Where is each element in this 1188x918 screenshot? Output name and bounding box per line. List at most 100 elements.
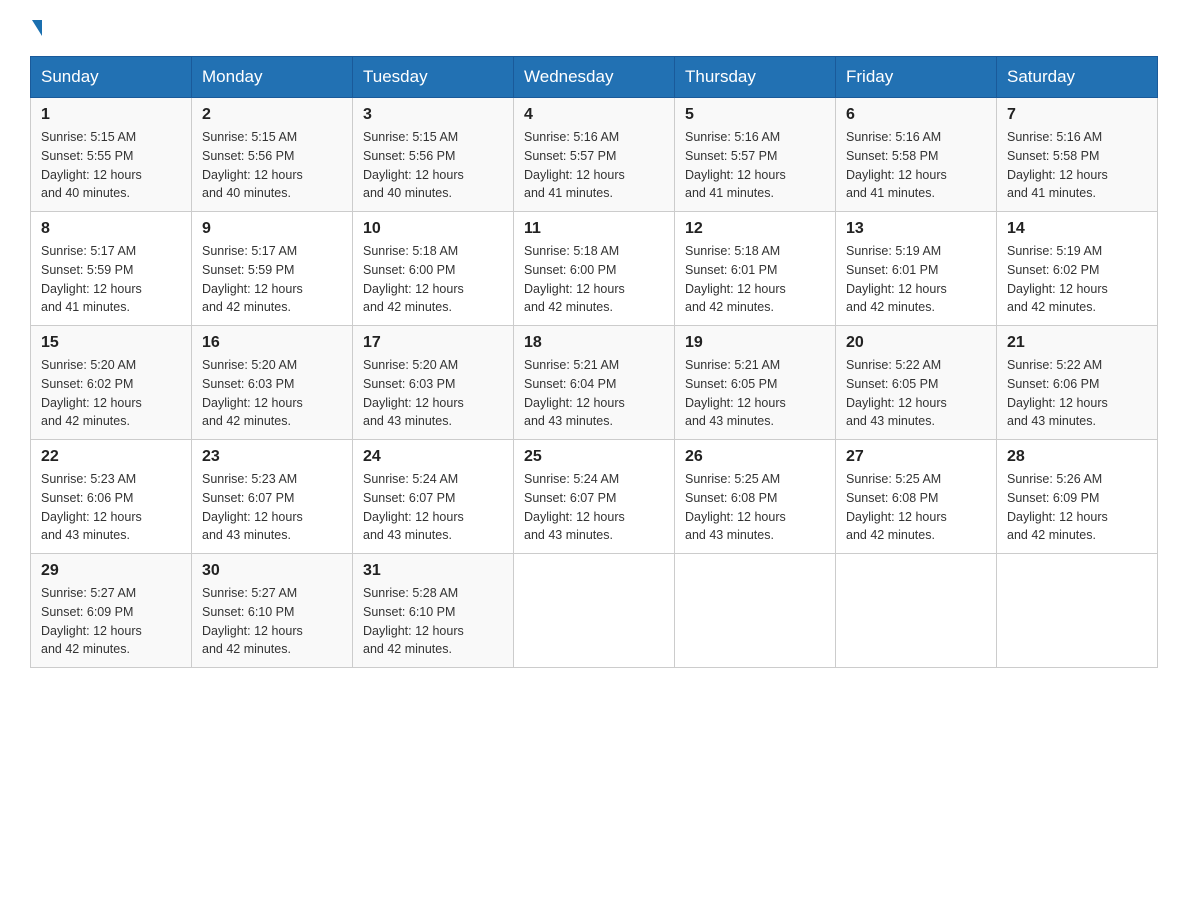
day-number: 2 (202, 106, 342, 124)
day-number: 15 (41, 334, 181, 352)
day-info: Sunrise: 5:24 AMSunset: 6:07 PMDaylight:… (363, 470, 503, 545)
day-info: Sunrise: 5:20 AMSunset: 6:03 PMDaylight:… (363, 356, 503, 431)
calendar-cell: 10 Sunrise: 5:18 AMSunset: 6:00 PMDaylig… (353, 212, 514, 326)
calendar-cell: 20 Sunrise: 5:22 AMSunset: 6:05 PMDaylig… (836, 326, 997, 440)
day-info: Sunrise: 5:16 AMSunset: 5:57 PMDaylight:… (524, 128, 664, 203)
calendar-cell: 12 Sunrise: 5:18 AMSunset: 6:01 PMDaylig… (675, 212, 836, 326)
day-number: 25 (524, 448, 664, 466)
day-info: Sunrise: 5:15 AMSunset: 5:55 PMDaylight:… (41, 128, 181, 203)
calendar-cell: 11 Sunrise: 5:18 AMSunset: 6:00 PMDaylig… (514, 212, 675, 326)
calendar-cell: 8 Sunrise: 5:17 AMSunset: 5:59 PMDayligh… (31, 212, 192, 326)
day-number: 17 (363, 334, 503, 352)
day-number: 8 (41, 220, 181, 238)
day-info: Sunrise: 5:27 AMSunset: 6:10 PMDaylight:… (202, 584, 342, 659)
calendar-header-wednesday: Wednesday (514, 57, 675, 98)
day-number: 28 (1007, 448, 1147, 466)
day-info: Sunrise: 5:15 AMSunset: 5:56 PMDaylight:… (202, 128, 342, 203)
day-info: Sunrise: 5:18 AMSunset: 6:00 PMDaylight:… (363, 242, 503, 317)
calendar-cell: 4 Sunrise: 5:16 AMSunset: 5:57 PMDayligh… (514, 98, 675, 212)
page-header (30, 20, 1158, 36)
calendar-cell: 9 Sunrise: 5:17 AMSunset: 5:59 PMDayligh… (192, 212, 353, 326)
day-number: 3 (363, 106, 503, 124)
calendar-cell: 6 Sunrise: 5:16 AMSunset: 5:58 PMDayligh… (836, 98, 997, 212)
day-number: 5 (685, 106, 825, 124)
logo (30, 20, 42, 36)
calendar-cell: 1 Sunrise: 5:15 AMSunset: 5:55 PMDayligh… (31, 98, 192, 212)
day-number: 24 (363, 448, 503, 466)
calendar-cell: 2 Sunrise: 5:15 AMSunset: 5:56 PMDayligh… (192, 98, 353, 212)
day-info: Sunrise: 5:15 AMSunset: 5:56 PMDaylight:… (363, 128, 503, 203)
day-number: 19 (685, 334, 825, 352)
day-info: Sunrise: 5:17 AMSunset: 5:59 PMDaylight:… (41, 242, 181, 317)
calendar-cell: 7 Sunrise: 5:16 AMSunset: 5:58 PMDayligh… (997, 98, 1158, 212)
calendar-header-friday: Friday (836, 57, 997, 98)
day-number: 14 (1007, 220, 1147, 238)
day-number: 20 (846, 334, 986, 352)
day-info: Sunrise: 5:23 AMSunset: 6:07 PMDaylight:… (202, 470, 342, 545)
day-info: Sunrise: 5:23 AMSunset: 6:06 PMDaylight:… (41, 470, 181, 545)
day-info: Sunrise: 5:28 AMSunset: 6:10 PMDaylight:… (363, 584, 503, 659)
day-number: 7 (1007, 106, 1147, 124)
calendar-week-row: 15 Sunrise: 5:20 AMSunset: 6:02 PMDaylig… (31, 326, 1158, 440)
calendar-cell: 13 Sunrise: 5:19 AMSunset: 6:01 PMDaylig… (836, 212, 997, 326)
day-info: Sunrise: 5:20 AMSunset: 6:02 PMDaylight:… (41, 356, 181, 431)
day-info: Sunrise: 5:25 AMSunset: 6:08 PMDaylight:… (685, 470, 825, 545)
day-info: Sunrise: 5:22 AMSunset: 6:06 PMDaylight:… (1007, 356, 1147, 431)
day-number: 1 (41, 106, 181, 124)
day-info: Sunrise: 5:18 AMSunset: 6:00 PMDaylight:… (524, 242, 664, 317)
day-info: Sunrise: 5:21 AMSunset: 6:04 PMDaylight:… (524, 356, 664, 431)
day-info: Sunrise: 5:22 AMSunset: 6:05 PMDaylight:… (846, 356, 986, 431)
calendar-cell: 16 Sunrise: 5:20 AMSunset: 6:03 PMDaylig… (192, 326, 353, 440)
day-number: 26 (685, 448, 825, 466)
calendar-header-tuesday: Tuesday (353, 57, 514, 98)
calendar-week-row: 8 Sunrise: 5:17 AMSunset: 5:59 PMDayligh… (31, 212, 1158, 326)
calendar-cell: 29 Sunrise: 5:27 AMSunset: 6:09 PMDaylig… (31, 554, 192, 668)
day-number: 9 (202, 220, 342, 238)
day-number: 11 (524, 220, 664, 238)
day-number: 13 (846, 220, 986, 238)
day-info: Sunrise: 5:21 AMSunset: 6:05 PMDaylight:… (685, 356, 825, 431)
calendar-cell: 5 Sunrise: 5:16 AMSunset: 5:57 PMDayligh… (675, 98, 836, 212)
calendar-cell (997, 554, 1158, 668)
day-number: 18 (524, 334, 664, 352)
calendar-week-row: 1 Sunrise: 5:15 AMSunset: 5:55 PMDayligh… (31, 98, 1158, 212)
calendar-cell (675, 554, 836, 668)
day-number: 12 (685, 220, 825, 238)
calendar-cell: 21 Sunrise: 5:22 AMSunset: 6:06 PMDaylig… (997, 326, 1158, 440)
calendar-header-sunday: Sunday (31, 57, 192, 98)
calendar-table: SundayMondayTuesdayWednesdayThursdayFrid… (30, 56, 1158, 668)
day-info: Sunrise: 5:19 AMSunset: 6:01 PMDaylight:… (846, 242, 986, 317)
day-number: 23 (202, 448, 342, 466)
calendar-cell: 19 Sunrise: 5:21 AMSunset: 6:05 PMDaylig… (675, 326, 836, 440)
day-info: Sunrise: 5:24 AMSunset: 6:07 PMDaylight:… (524, 470, 664, 545)
calendar-cell: 23 Sunrise: 5:23 AMSunset: 6:07 PMDaylig… (192, 440, 353, 554)
calendar-cell: 26 Sunrise: 5:25 AMSunset: 6:08 PMDaylig… (675, 440, 836, 554)
calendar-cell: 22 Sunrise: 5:23 AMSunset: 6:06 PMDaylig… (31, 440, 192, 554)
day-number: 31 (363, 562, 503, 580)
day-number: 27 (846, 448, 986, 466)
calendar-cell: 15 Sunrise: 5:20 AMSunset: 6:02 PMDaylig… (31, 326, 192, 440)
day-number: 10 (363, 220, 503, 238)
calendar-cell: 31 Sunrise: 5:28 AMSunset: 6:10 PMDaylig… (353, 554, 514, 668)
day-info: Sunrise: 5:25 AMSunset: 6:08 PMDaylight:… (846, 470, 986, 545)
day-number: 16 (202, 334, 342, 352)
day-info: Sunrise: 5:19 AMSunset: 6:02 PMDaylight:… (1007, 242, 1147, 317)
logo-triangle-icon (32, 20, 42, 36)
calendar-week-row: 29 Sunrise: 5:27 AMSunset: 6:09 PMDaylig… (31, 554, 1158, 668)
day-info: Sunrise: 5:20 AMSunset: 6:03 PMDaylight:… (202, 356, 342, 431)
day-number: 4 (524, 106, 664, 124)
calendar-cell: 24 Sunrise: 5:24 AMSunset: 6:07 PMDaylig… (353, 440, 514, 554)
calendar-header-thursday: Thursday (675, 57, 836, 98)
calendar-header-monday: Monday (192, 57, 353, 98)
day-info: Sunrise: 5:17 AMSunset: 5:59 PMDaylight:… (202, 242, 342, 317)
day-number: 6 (846, 106, 986, 124)
calendar-header-saturday: Saturday (997, 57, 1158, 98)
day-info: Sunrise: 5:27 AMSunset: 6:09 PMDaylight:… (41, 584, 181, 659)
day-info: Sunrise: 5:26 AMSunset: 6:09 PMDaylight:… (1007, 470, 1147, 545)
calendar-cell (514, 554, 675, 668)
day-info: Sunrise: 5:16 AMSunset: 5:58 PMDaylight:… (1007, 128, 1147, 203)
calendar-cell: 27 Sunrise: 5:25 AMSunset: 6:08 PMDaylig… (836, 440, 997, 554)
calendar-cell: 18 Sunrise: 5:21 AMSunset: 6:04 PMDaylig… (514, 326, 675, 440)
day-number: 21 (1007, 334, 1147, 352)
day-number: 22 (41, 448, 181, 466)
